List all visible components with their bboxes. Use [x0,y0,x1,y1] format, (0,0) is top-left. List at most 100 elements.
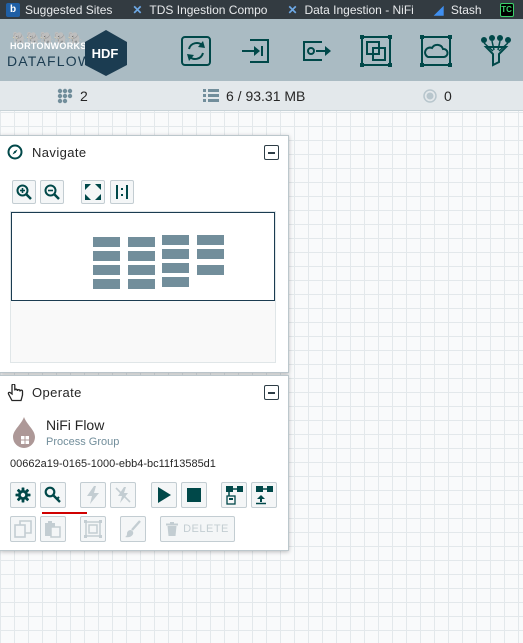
navigate-header: Navigate [0,136,288,168]
bing-icon: b [6,2,20,17]
transmitting-count: 0 [444,88,452,104]
bookmark-label: TDS Ingestion Compo [149,2,268,17]
queued-stats: 6 / 93.31 MB [203,88,305,104]
threads-count: 2 [80,88,88,104]
logo-brand: HORTONWORKS [10,41,87,51]
copy-icon [14,520,32,538]
operate-header: Operate [0,376,288,408]
add-remote-process-group-button[interactable] [406,33,466,69]
copy-button[interactable] [10,516,36,542]
key-icon [44,486,61,503]
upload-template-icon [256,486,273,505]
hdf-badge-icon: HDF [85,30,127,76]
access-policies-button[interactable] [40,482,66,508]
remote-process-group-icon [420,35,452,67]
navigate-collapse-button[interactable] [264,145,279,160]
nifi-x-icon: ✕ [132,2,143,17]
navigate-title: Navigate [32,145,87,160]
input-port-icon [242,39,269,63]
delete-label: DELETE [183,523,229,535]
birdseye-component [93,279,120,289]
paste-icon [45,521,61,538]
component-toolbar [166,33,523,69]
add-process-group-button[interactable] [166,33,226,69]
group-button[interactable] [80,516,106,542]
birdseye-view[interactable] [10,211,276,363]
configure-button[interactable] [10,482,36,508]
stop-icon [187,488,201,502]
birdseye-component [93,251,120,261]
teamcity-icon: TC [499,2,514,17]
birdseye-component [162,277,189,287]
process-group-icon [181,36,211,66]
start-button[interactable] [151,482,177,508]
group-icon [84,520,102,538]
birdseye-component [93,237,120,247]
transmitting-icon [423,89,437,103]
operate-collapse-button[interactable] [264,385,279,400]
lightning-bolt-icon [87,486,99,504]
birdseye-component [197,265,224,275]
actual-size-button[interactable] [110,180,134,204]
birdseye-component [197,235,224,245]
birdseye-component [128,251,155,261]
operate-title: Operate [32,385,82,400]
stop-button[interactable] [181,482,207,508]
upload-template-button[interactable] [251,482,277,508]
output-port-icon [303,41,331,61]
add-template-button[interactable] [346,33,406,69]
birdseye-component [128,279,155,289]
nifi-header: 🐘🐘🐘🐘🐘 HORTONWORKS DATAFLOW HDF [0,19,523,81]
navigate-palette: Navigate [0,135,289,373]
lightning-slash-icon [115,487,131,503]
bookmark-tds-ingestion[interactable]: ✕ TDS Ingestion Compo [124,0,279,19]
play-icon [158,487,171,503]
bookmark-label: Stash [450,2,482,17]
change-color-button[interactable] [120,516,146,542]
zoom-out-button[interactable] [40,180,64,204]
enable-button[interactable] [80,482,106,508]
birdseye-viewport[interactable] [11,212,275,301]
actual-size-icon [116,185,128,199]
selection-id: 00662a19-0165-1000-ebb4-bc11f13585d1 [10,458,216,470]
birdseye-component [162,263,189,273]
logo-product: DATAFLOW [7,53,93,69]
add-output-port-button[interactable] [286,33,346,69]
trash-icon [166,522,179,536]
stash-icon: ◢ [434,2,444,17]
zoom-out-icon [44,184,60,200]
nifi-x-icon: ✕ [287,2,298,17]
birdseye-component [128,237,155,247]
zoom-in-icon [16,184,32,200]
threads-icon [57,88,73,104]
add-input-port-button[interactable] [226,33,286,69]
selection-name: NiFi Flow [46,417,105,433]
add-funnel-button[interactable] [466,33,523,69]
bookmark-data-ingestion[interactable]: ✕ Data Ingestion - NiFi [279,0,425,19]
create-template-button[interactable] [221,482,247,508]
birdseye-component [162,249,189,259]
bookmark-label: Data Ingestion - NiFi [304,2,414,17]
bookmark-label: Suggested Sites [25,2,113,17]
delete-button[interactable]: DELETE [160,516,235,542]
birdseye-component [197,249,224,259]
gear-icon [15,487,31,503]
bookmark-teamcity[interactable]: TC [494,0,523,19]
disable-button[interactable] [110,482,136,508]
transmitting-stats: 0 [423,88,452,104]
flow-status-bar: 2 6 / 93.31 MB 0 [0,81,523,111]
funnel-icon [481,35,511,67]
hand-pointer-icon [7,384,24,402]
fit-screen-button[interactable] [81,180,105,204]
process-group-drop-icon [13,417,35,448]
logo-badge: HDF [92,46,119,61]
queue-list-icon [203,89,219,102]
paste-button[interactable] [40,516,66,542]
compass-icon [7,144,23,160]
hortonworks-logo: 🐘🐘🐘🐘🐘 HORTONWORKS DATAFLOW HDF [6,30,127,79]
bookmark-suggested-sites[interactable]: b Suggested Sites [0,0,124,19]
zoom-in-button[interactable] [12,180,36,204]
active-threads: 2 [57,88,88,104]
fit-screen-icon [85,184,101,200]
bookmark-stash[interactable]: ◢ Stash [426,0,494,19]
